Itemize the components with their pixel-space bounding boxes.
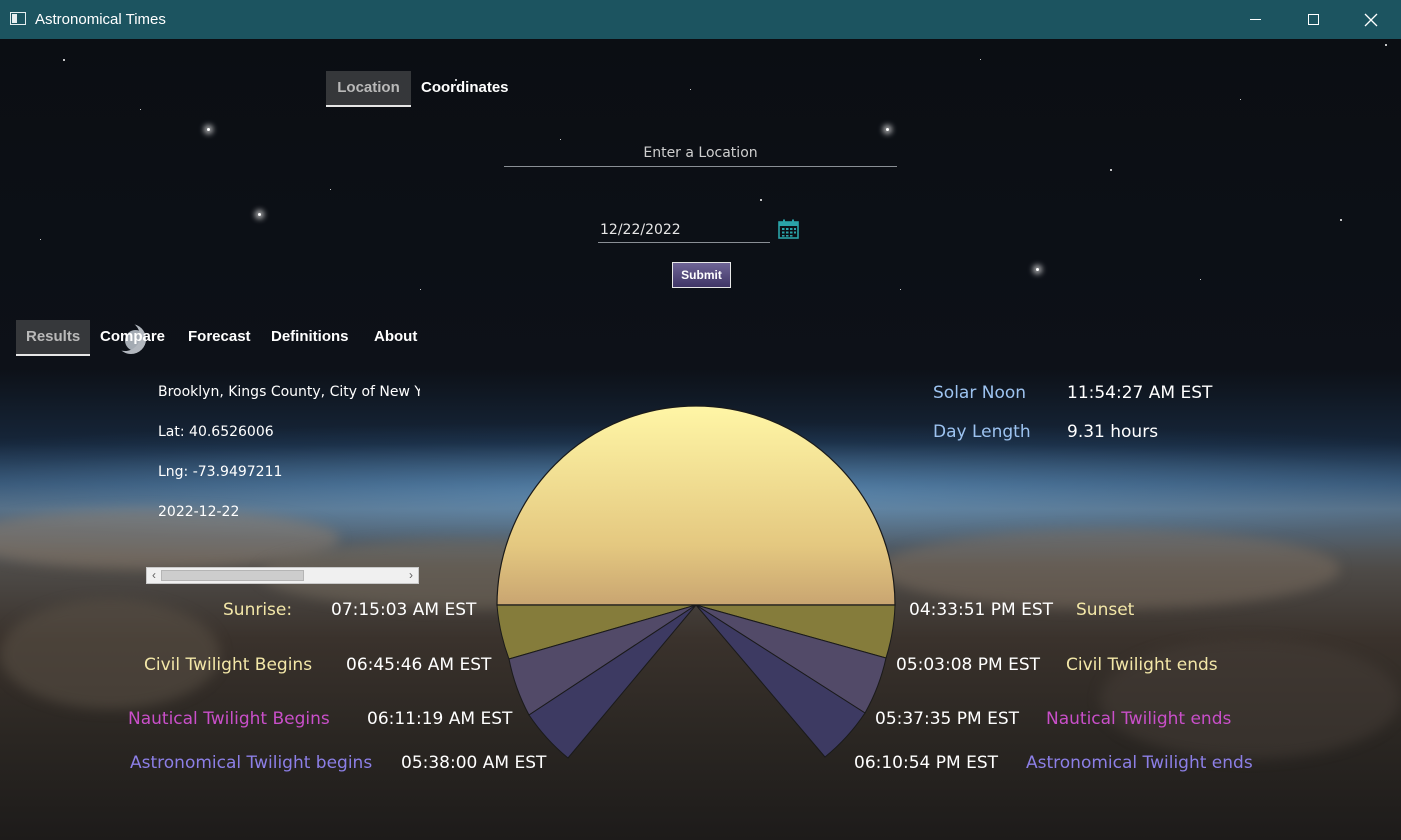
day-length-label: Day Length — [933, 422, 1031, 442]
nautical-twilight-ends-time: 05:37:35 PM EST — [875, 709, 1019, 729]
star — [1200, 279, 1201, 280]
submit-button[interactable]: Submit — [672, 262, 731, 288]
title-bar: Astronomical Times — [0, 0, 1401, 39]
tab-definitions[interactable]: Definitions — [261, 320, 359, 356]
tab-about[interactable]: About — [364, 320, 427, 356]
star — [900, 289, 901, 290]
star — [258, 213, 261, 216]
sun-diagram — [496, 405, 896, 759]
star — [63, 59, 65, 61]
date-input[interactable] — [598, 217, 770, 243]
maximize-button[interactable] — [1284, 0, 1342, 39]
star — [690, 89, 691, 90]
cloud-shape — [0, 599, 220, 709]
daylight-segment — [496, 405, 896, 606]
result-date: 2022-12-22 — [158, 504, 240, 520]
location-input[interactable] — [504, 140, 897, 167]
solar-noon-value: 11:54:27 AM EST — [1067, 383, 1213, 403]
star — [1385, 44, 1387, 46]
civil-twilight-begins-label: Civil Twilight Begins — [144, 655, 313, 675]
maximize-icon — [1307, 14, 1319, 25]
star — [140, 109, 141, 110]
minimize-icon — [1249, 19, 1261, 20]
chevron-left-icon[interactable]: ‹ — [147, 568, 161, 583]
scrollbar-thumb[interactable] — [161, 570, 304, 581]
civil-twilight-begins-time: 06:45:46 AM EST — [346, 655, 492, 675]
tab-results[interactable]: Results — [16, 320, 90, 356]
star — [1340, 219, 1342, 221]
window-title: Astronomical Times — [35, 11, 166, 28]
sunrise-label: Sunrise: — [223, 600, 293, 620]
close-icon — [1364, 13, 1378, 26]
place-name: Brooklyn, Kings County, City of New York — [158, 384, 420, 400]
minimize-button[interactable] — [1226, 0, 1284, 39]
solar-noon-label: Solar Noon — [933, 383, 1027, 403]
astronomical-twilight-ends-label: Astronomical Twilight ends — [1026, 753, 1253, 773]
astronomical-twilight-begins-label: Astronomical Twilight begins — [130, 753, 373, 773]
civil-twilight-ends-label: Civil Twilight ends — [1066, 655, 1218, 675]
latitude-value: Lat: 40.6526006 — [158, 424, 274, 440]
nautical-twilight-begins-label: Nautical Twilight Begins — [128, 709, 330, 729]
star — [1036, 268, 1039, 271]
tab-compare[interactable]: Compare — [90, 320, 175, 356]
star — [420, 289, 421, 290]
tab-location[interactable]: Location — [326, 71, 411, 107]
star — [886, 128, 889, 131]
astronomical-twilight-begins-time: 05:38:00 AM EST — [401, 753, 547, 773]
star — [40, 239, 41, 240]
cloud-shape — [880, 529, 1340, 609]
app-icon — [10, 12, 26, 25]
civil-twilight-ends-time: 05:03:08 PM EST — [896, 655, 1040, 675]
nautical-twilight-begins-time: 06:11:19 AM EST — [367, 709, 513, 729]
calendar-icon[interactable] — [778, 219, 799, 239]
star — [1240, 99, 1241, 100]
chevron-right-icon[interactable]: › — [404, 568, 418, 583]
star — [207, 128, 210, 131]
horizontal-scrollbar[interactable]: ‹ › — [146, 567, 419, 584]
tab-coordinates[interactable]: Coordinates — [411, 71, 519, 107]
sunset-label: Sunset — [1076, 600, 1135, 620]
tab-forecast[interactable]: Forecast — [178, 320, 261, 356]
longitude-value: Lng: -73.9497211 — [158, 464, 283, 480]
star — [330, 189, 331, 190]
nautical-twilight-ends-label: Nautical Twilight ends — [1046, 709, 1232, 729]
sunset-time: 04:33:51 PM EST — [909, 600, 1053, 620]
close-button[interactable] — [1342, 0, 1400, 39]
star — [1110, 169, 1112, 171]
day-length-value: 9.31 hours — [1067, 422, 1159, 442]
astronomical-twilight-ends-time: 06:10:54 PM EST — [854, 753, 998, 773]
sunrise-time: 07:15:03 AM EST — [331, 600, 477, 620]
star — [980, 59, 981, 60]
star — [760, 199, 762, 201]
